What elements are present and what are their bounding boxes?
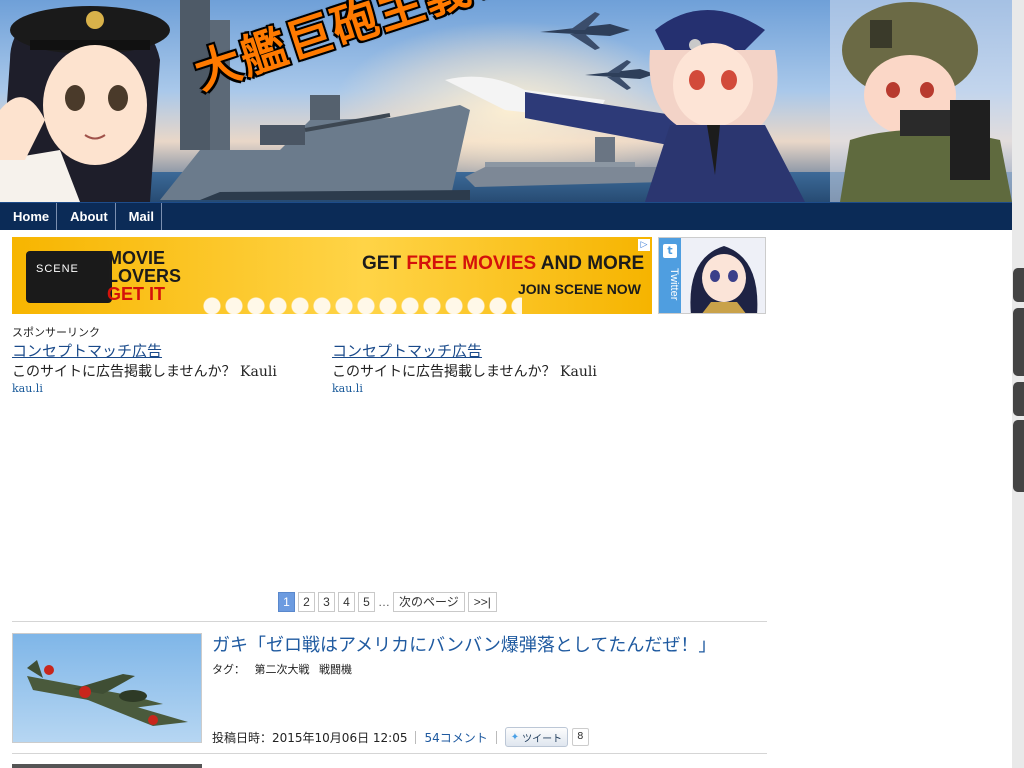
post-comments-link[interactable]: 54コメント: [424, 729, 487, 746]
page-2-link[interactable]: 2: [298, 592, 315, 612]
ad-headline: GET FREE MOVIES AND MORE: [362, 253, 644, 275]
sponsored-ad-desc: このサイトに広告掲載しませんか？ Kauli: [12, 364, 277, 380]
post-title[interactable]: ガキ「ゼロ戦はアメリカにバンバン爆弾落としてたんだぜ！」: [212, 631, 716, 657]
airforce-girl-illustration: [445, 10, 805, 202]
twitter-widget[interactable]: t Twitter: [658, 237, 766, 314]
page-1-link[interactable]: 1: [278, 592, 295, 612]
page-5-link[interactable]: 5: [358, 592, 375, 612]
header-banner[interactable]: 大艦巨砲主義！: [0, 0, 1012, 202]
post-meta: 投稿日時：2015年10月06日 12:05 54コメント ✦ ツイート 8: [212, 727, 589, 747]
page-4-link[interactable]: 4: [338, 592, 355, 612]
post-tags: タグ： 第二次大戦 戦闘機: [212, 661, 358, 677]
ad-movie-lovers: MOVIE LOVERS GET IT: [107, 249, 181, 303]
twitter-avatar: [681, 238, 765, 313]
post-thumbnail[interactable]: [12, 633, 202, 743]
pagination: 1 2 3 4 5 … 次のページ >>|: [278, 591, 497, 613]
twitter-bird-icon: ✦: [510, 731, 520, 743]
sponsor-label: スポンサーリンク: [12, 326, 100, 339]
post-tag[interactable]: 第二次大戦: [255, 663, 310, 676]
ad-headline-part1: GET: [362, 253, 407, 274]
ad-movie-line3: GET IT: [107, 284, 165, 304]
ad-headline-part2: AND MORE: [536, 253, 645, 274]
pagination-ellipsis: …: [378, 595, 390, 609]
main-nav: Home About Mail: [0, 202, 1012, 230]
post-divider: [12, 753, 767, 754]
sponsored-ad-url[interactable]: kau.li: [332, 382, 632, 395]
meta-separator: [415, 730, 417, 744]
ad-movie-line1: MOVIE: [107, 248, 166, 268]
sponsored-ad[interactable]: コンセプトマッチ広告 このサイトに広告掲載しませんか？ Kauli kau.li: [12, 342, 312, 395]
last-page-link[interactable]: >>|: [467, 592, 497, 612]
tweet-button[interactable]: ✦ ツイート: [504, 727, 569, 747]
page-3-link[interactable]: 3: [318, 592, 335, 612]
side-share-tab[interactable]: [1013, 382, 1024, 416]
main-content: SCENE MOVIE LOVERS GET IT GET FREE MOVIE…: [0, 230, 1012, 768]
sponsored-ad-url[interactable]: kau.li: [12, 382, 312, 395]
scene-logo: SCENE: [36, 263, 79, 275]
ad-subline: JOIN SCENE NOW: [518, 281, 641, 297]
twitter-icon: t: [663, 244, 677, 258]
popcorn-decoration: [202, 292, 522, 314]
post-item: ガキ「ゼロ戦はアメリカにバンバン爆弾落としてたんだぜ！」 タグ： 第二次大戦 戦…: [12, 629, 767, 749]
navy-girl-illustration: [0, 6, 170, 202]
nav-home[interactable]: Home: [0, 203, 58, 230]
sponsored-ad-title[interactable]: コンセプトマッチ広告: [332, 342, 632, 360]
sponsored-ad-title[interactable]: コンセプトマッチ広告: [12, 342, 312, 360]
ad-headline-red: FREE MOVIES: [406, 253, 537, 274]
next-page-link[interactable]: 次のページ: [393, 592, 465, 612]
scene-logo-box: [26, 251, 112, 303]
meta-separator: [495, 730, 497, 744]
post-date: 投稿日時：2015年10月06日 12:05: [212, 730, 408, 745]
nav-about[interactable]: About: [57, 203, 116, 230]
side-share-tab[interactable]: [1013, 268, 1024, 302]
post-tag[interactable]: 戦闘機: [319, 663, 352, 676]
post-thumbnail[interactable]: [12, 764, 202, 768]
soldier-girl-illustration: [830, 0, 1012, 202]
tweet-count: 8: [572, 728, 589, 746]
post-divider: [12, 621, 767, 622]
zero-fighter-image: [27, 660, 188, 726]
sponsored-ad-desc: このサイトに広告掲載しませんか？ Kauli: [332, 364, 597, 380]
adchoices-icon[interactable]: ▷: [638, 239, 650, 251]
twitter-label: Twitter: [668, 268, 680, 301]
side-share-tab[interactable]: [1013, 420, 1024, 492]
nav-mail[interactable]: Mail: [116, 203, 162, 230]
sponsored-ad[interactable]: コンセプトマッチ広告 このサイトに広告掲載しませんか？ Kauli kau.li: [332, 342, 632, 395]
ad-movie-line2: LOVERS: [107, 266, 182, 286]
tweet-label: ツイート: [522, 733, 563, 745]
post-tags-label: タグ：: [212, 663, 245, 676]
side-share-tab[interactable]: [1013, 308, 1024, 376]
ad-banner[interactable]: SCENE MOVIE LOVERS GET IT GET FREE MOVIE…: [12, 237, 652, 314]
